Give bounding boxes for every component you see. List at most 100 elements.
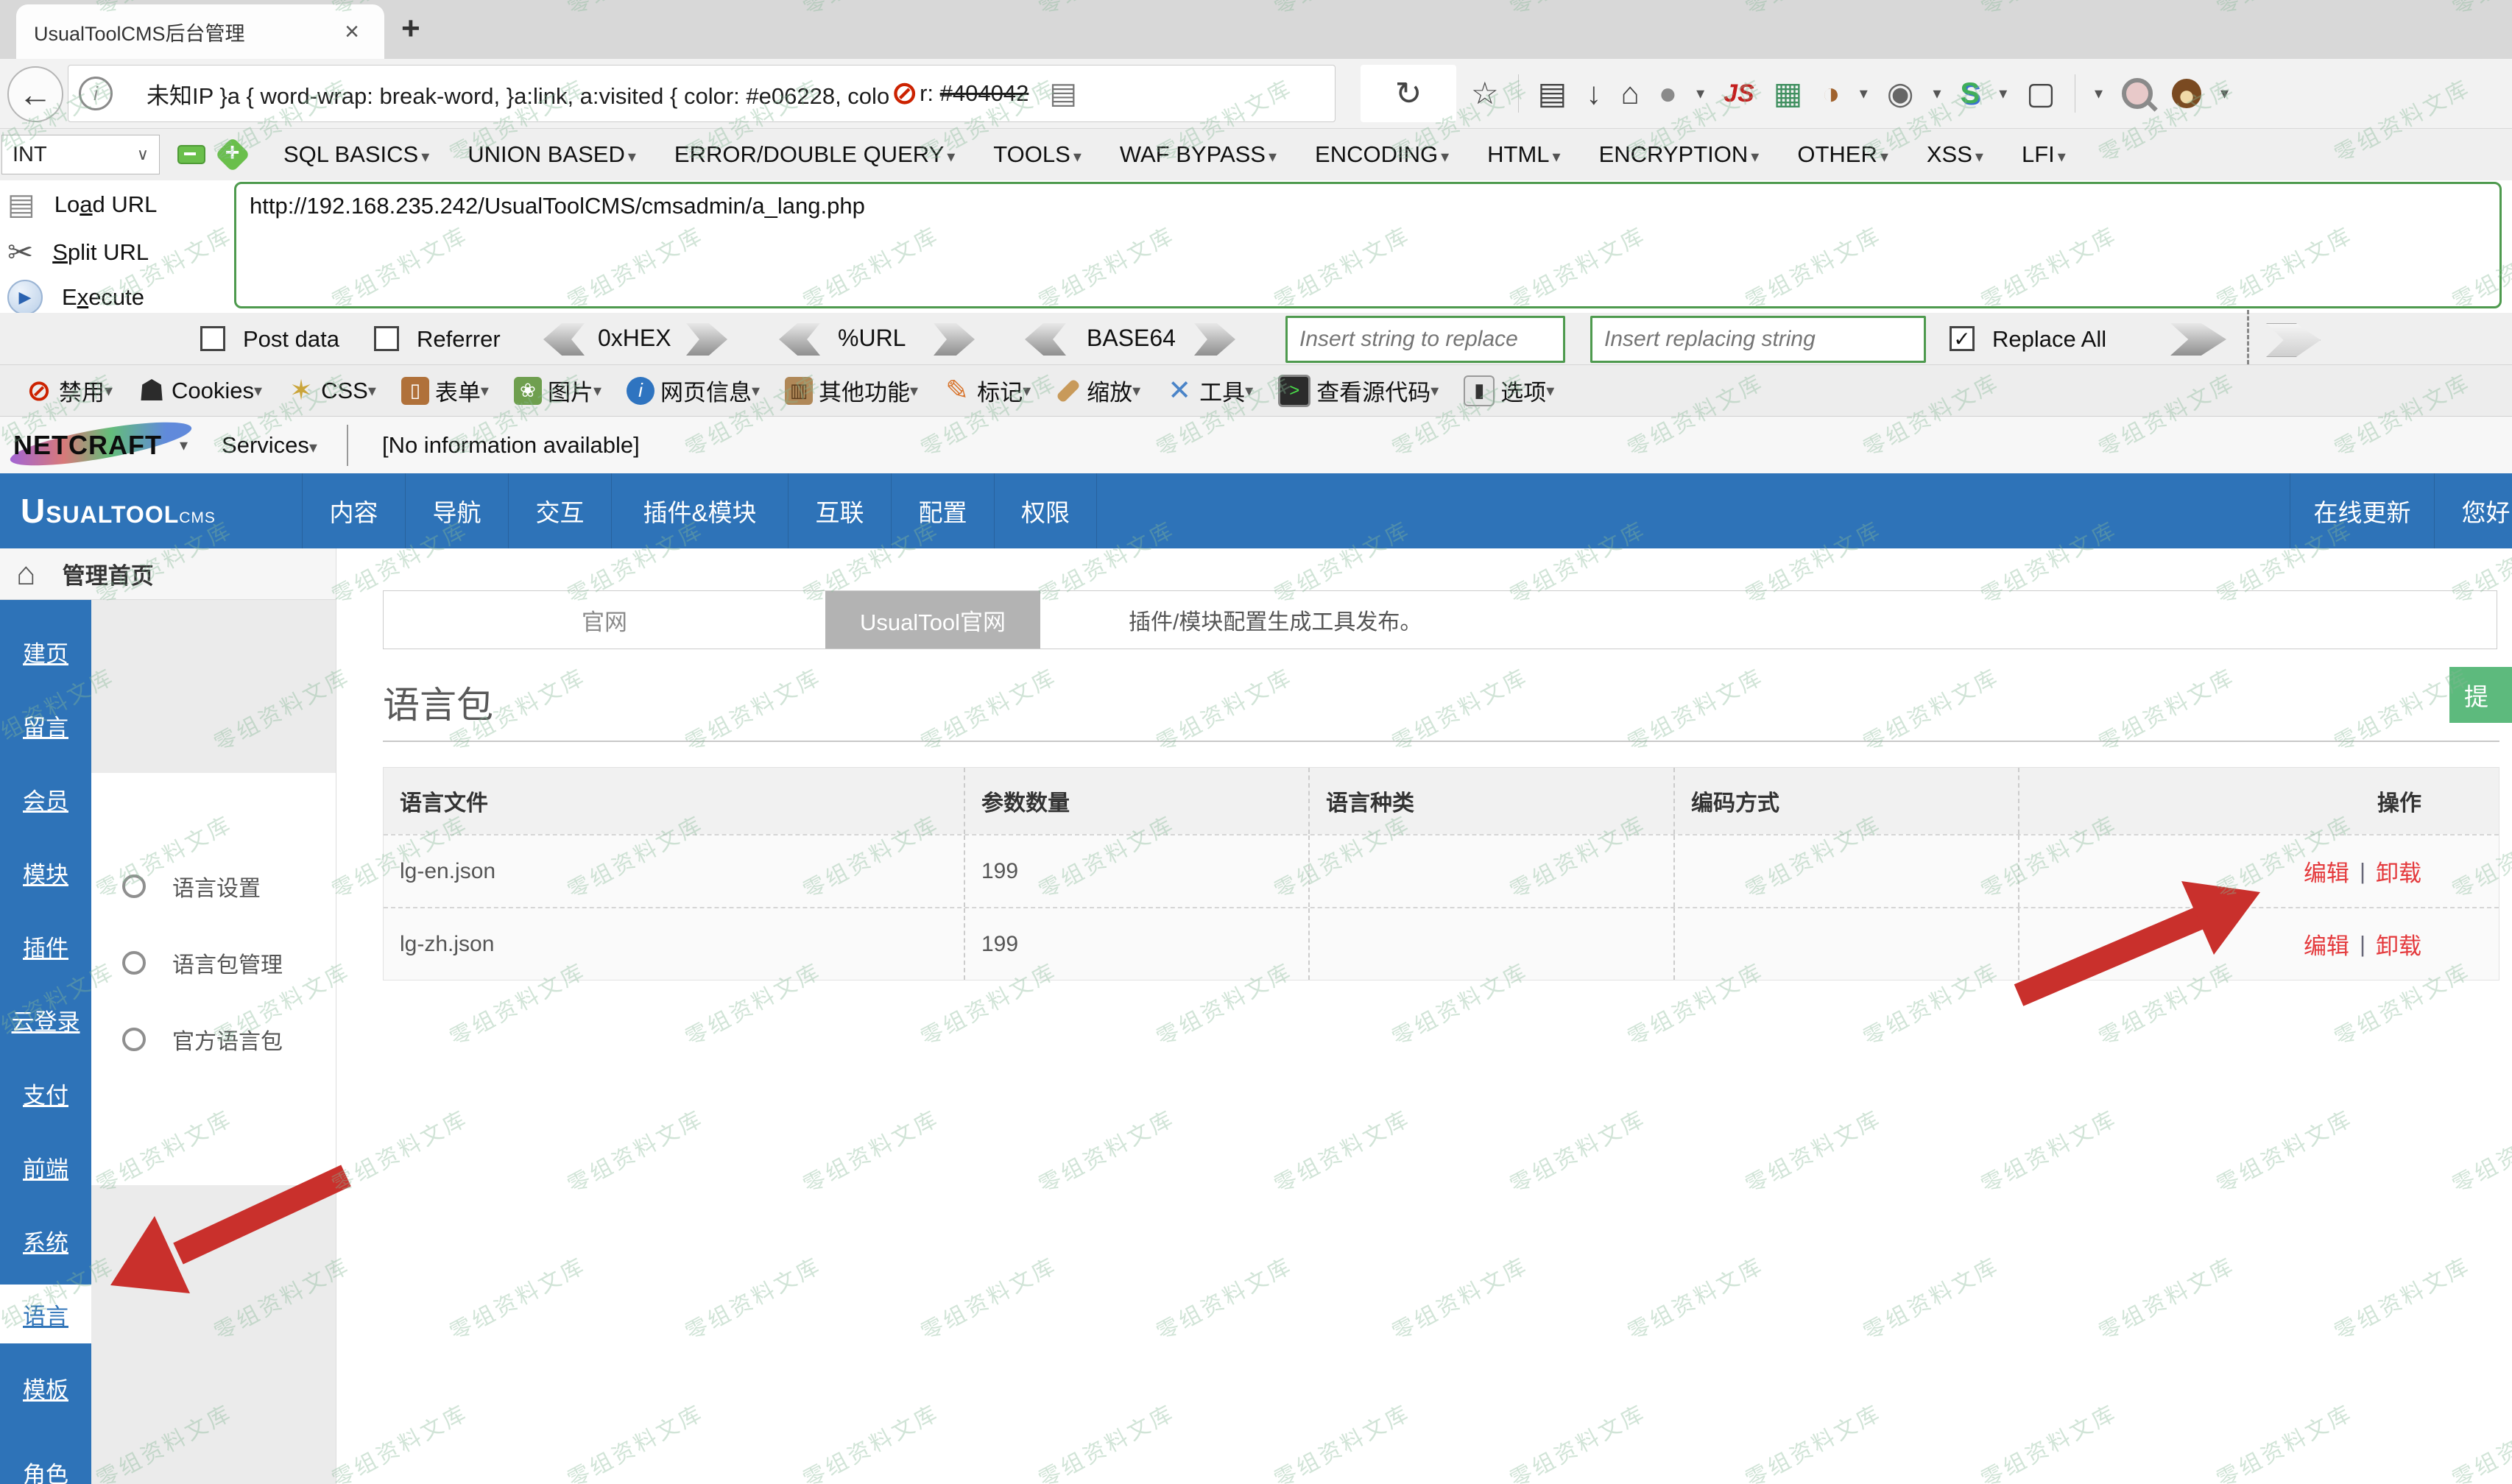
proxy-icon[interactable]: ▤ [1049,77,1077,110]
sidebar-item-templates[interactable]: 模板 [0,1358,91,1417]
tab-usualtool-site[interactable]: UsualTool官网 [825,591,1040,649]
edit-link[interactable]: 编辑 [2304,855,2349,888]
webdev-cookies[interactable]: ☗Cookies▾ [138,377,262,405]
sidebar-item-modules[interactable]: 模块 [0,843,91,902]
replace-run-arrow[interactable] [2170,323,2226,356]
hackbar-mode-select[interactable]: INT∨ [1,135,160,174]
url-decode-arrow[interactable] [779,323,820,356]
magnifier-icon[interactable] [2122,78,2153,109]
sidebar-item-plugins[interactable]: 插件 [0,916,91,975]
chevron-down-icon[interactable]: ▾ [2095,84,2103,103]
back-button[interactable]: ← [7,66,63,122]
replace-all-checkbox[interactable]: ✓ [1950,326,1975,351]
webdev-options[interactable]: ▮选项▾ [1464,374,1554,407]
edit-link[interactable]: 编辑 [2304,928,2349,961]
radio-language-settings[interactable]: 语言设置 [91,860,336,913]
execute-button[interactable]: Execute [62,284,144,311]
sidebar-item-roles[interactable]: 角色 [0,1443,91,1484]
referrer-checkbox[interactable] [374,326,399,351]
post-data-checkbox[interactable] [200,326,225,351]
split-url-row[interactable]: ✂ Split URL [7,234,149,270]
radio-language-pack-manage[interactable]: 语言包管理 [91,936,336,989]
hackbar-url-textarea[interactable]: http://192.168.235.242/UsualToolCMS/cmsa… [234,182,2502,308]
downloads-icon[interactable]: ↓ [1586,78,1601,109]
chevron-down-icon[interactable]: ▾ [1933,84,1941,103]
submit-button[interactable]: 提 [2449,667,2512,723]
replace-with-input[interactable] [1590,316,1926,363]
load-url-button[interactable]: Load URL [54,191,158,218]
radio-official-language-pack[interactable]: 官方语言包 [91,1013,336,1066]
home-icon[interactable]: ⌂ [1620,78,1639,109]
sidebar-item-language[interactable]: 语言 [0,1285,91,1343]
webdev-css[interactable]: ✶CSS▾ [287,377,376,405]
hex-encode-arrow[interactable] [686,323,727,356]
new-tab-button[interactable]: + [401,10,420,47]
tab-close-icon[interactable]: × [337,18,367,46]
execute-row[interactable]: ▶ Execute [7,280,144,315]
menu-xss[interactable]: XSS▾ [1927,141,1983,168]
bookmarks-menu-icon[interactable]: ▤ [1538,78,1567,109]
nav-permission[interactable]: 权限 [994,473,1097,548]
add-icon[interactable] [215,137,250,172]
netcraft-services-menu[interactable]: Services▾ [222,432,317,459]
palette-icon[interactable]: ◑ [1821,78,1840,109]
menu-lfi[interactable]: LFI▾ [2022,141,2066,168]
greeting-label[interactable]: 您好 [2434,473,2512,548]
webdev-images[interactable]: ❀图片▾ [514,374,601,407]
radio-icon[interactable] [122,1028,146,1051]
menu-encoding[interactable]: ENCODING▾ [1315,141,1449,168]
menu-union-based[interactable]: UNION BASED▾ [468,141,636,168]
sidebar-item-payment[interactable]: 支付 [0,1064,91,1123]
webdev-misc[interactable]: ▥其他功能▾ [785,374,918,407]
nav-content[interactable]: 内容 [302,473,405,548]
radio-icon[interactable] [122,951,146,975]
chevron-down-icon[interactable]: ▾ [2220,84,2229,103]
sidebar-item-members[interactable]: 会员 [0,769,91,828]
nav-config[interactable]: 配置 [891,473,994,548]
cms-logo[interactable]: Usualtoolcms [21,491,216,531]
chevron-down-icon[interactable]: ▾ [1860,84,1868,103]
nav-interaction[interactable]: 交互 [508,473,611,548]
webdev-viewsource[interactable]: >查看源代码▾ [1278,374,1439,407]
split-url-button[interactable]: Split URL [52,239,149,266]
webdev-outline[interactable]: ✎标记▾ [943,374,1031,407]
menu-encryption[interactable]: ENCRYPTION▾ [1599,141,1760,168]
menu-tools[interactable]: TOOLS▾ [993,141,1082,168]
chevron-down-icon[interactable]: ▾ [1696,84,1704,103]
unload-link[interactable]: 卸载 [2376,928,2421,961]
webdev-tools[interactable]: ✕工具▾ [1165,374,1253,407]
nav-plugins-modules[interactable]: 插件&模块 [611,473,788,548]
online-update-link[interactable]: 在线更新 [2290,473,2434,548]
sidebar-item-messages[interactable]: 留言 [0,696,91,755]
url-bar[interactable]: i 未知IP }a { word-wrap: break-word, }a:li… [68,65,1336,122]
nav-interconnect[interactable]: 互联 [788,473,891,548]
webdev-resize[interactable]: 缩放▾ [1056,374,1140,407]
proxy-switcher-icon[interactable]: S [1961,77,1980,110]
unload-link[interactable]: 卸载 [2376,855,2421,888]
menu-waf-bypass[interactable]: WAF BYPASS▾ [1120,141,1277,168]
webdev-forms[interactable]: ▯表单▾ [401,374,489,407]
sidebar-item-build-page[interactable]: 建页 [0,622,91,681]
sidebar-item-cloud-login[interactable]: 云登录 [0,990,91,1049]
sidebar-item-frontend[interactable]: 前端 [0,1137,91,1196]
menu-html[interactable]: HTML▾ [1487,141,1560,168]
hex-decode-arrow[interactable] [543,323,585,356]
base64-decode-arrow[interactable] [1025,323,1066,356]
globe-extension-icon[interactable]: ● [1659,78,1677,109]
image-switch-icon[interactable]: ▦ [1774,78,1803,109]
replace-secondary-arrow[interactable] [2266,323,2321,357]
page-tool-icon[interactable]: ▢ [2026,78,2056,109]
load-url-row[interactable]: ▤ Load URL [7,188,157,222]
netcraft-logo[interactable]: NETCRAFT [13,425,162,466]
tab-official-site[interactable]: 官网 [384,591,825,649]
browser-tab[interactable]: UsualToolCMS后台管理 × [16,4,384,59]
menu-other[interactable]: OTHER▾ [1797,141,1888,168]
chevron-down-icon[interactable]: ▾ [1999,84,2007,103]
radio-icon[interactable] [122,875,146,898]
base64-encode-arrow[interactable] [1194,323,1235,356]
bookmark-star-icon[interactable]: ☆ [1471,78,1499,109]
collapse-icon[interactable] [177,145,205,164]
replace-search-input[interactable] [1285,316,1565,363]
menu-error-double-query[interactable]: ERROR/DOUBLE QUERY▾ [674,141,955,168]
chevron-down-icon[interactable]: ▾ [180,436,188,455]
